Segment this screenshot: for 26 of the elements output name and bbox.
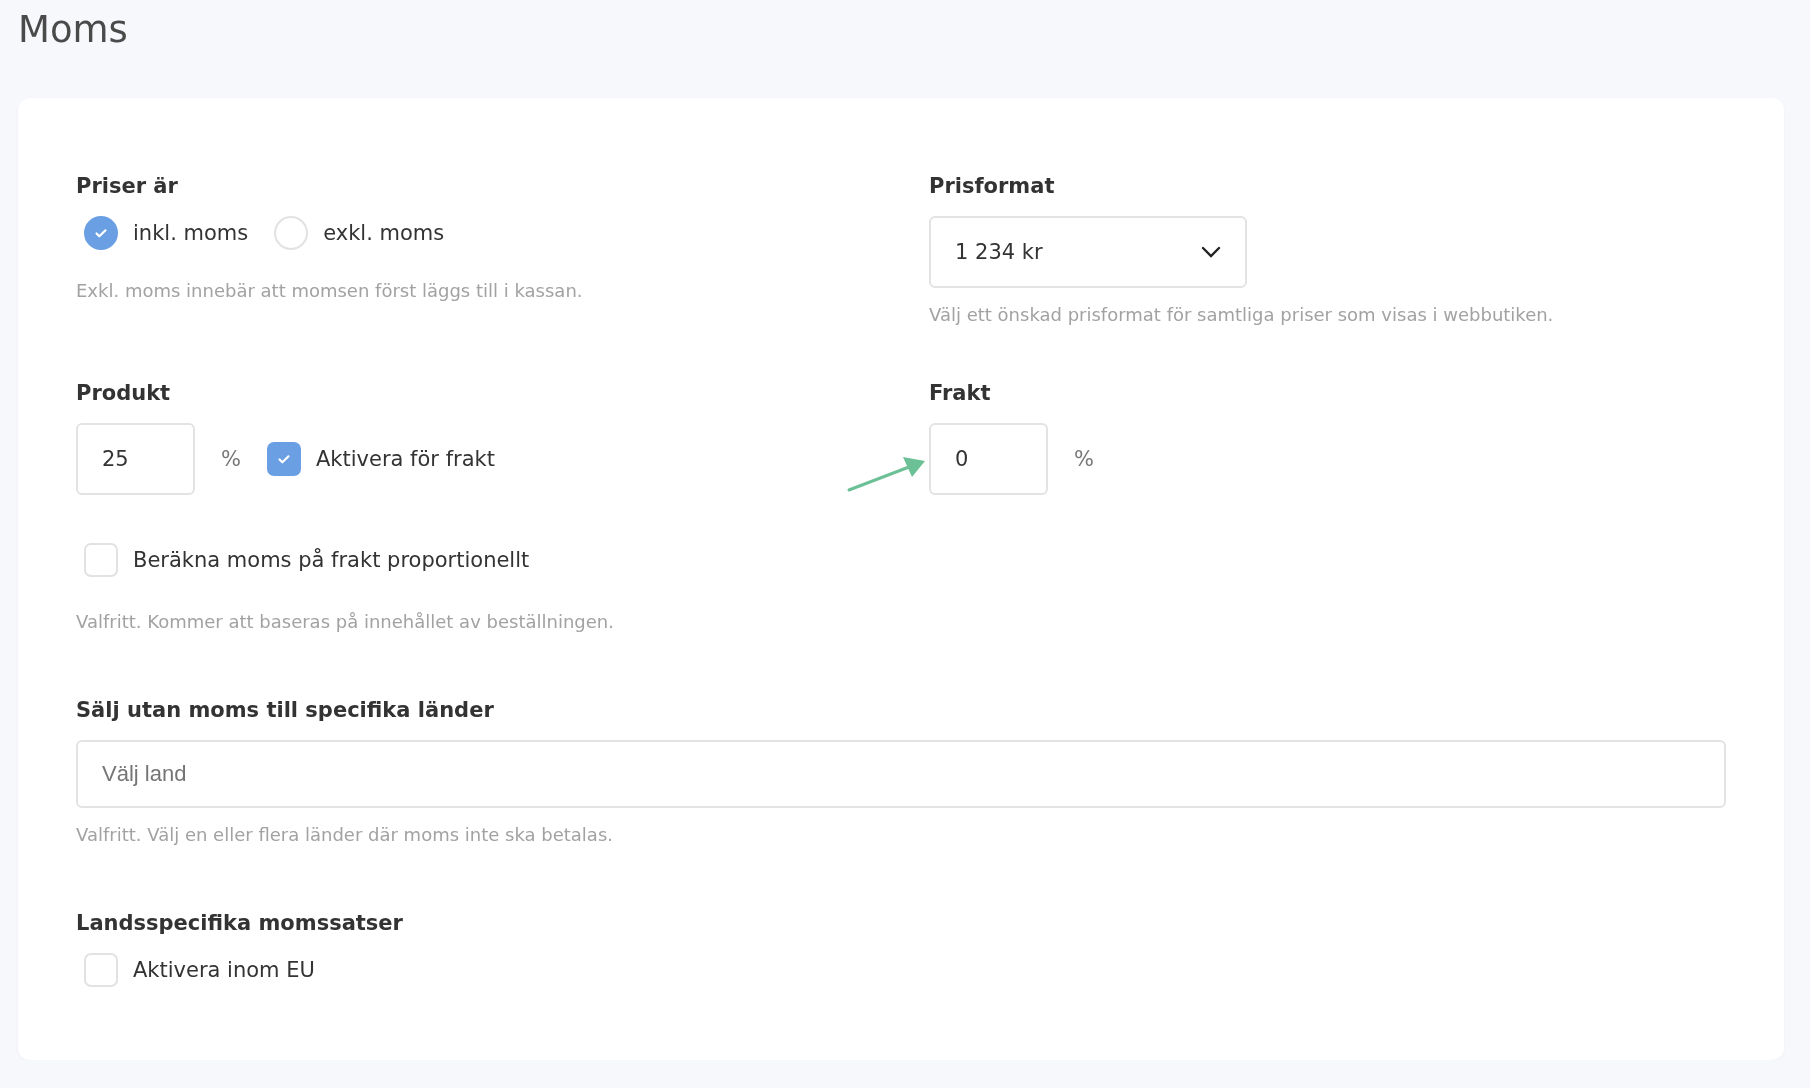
country-select-field[interactable]: Välj land xyxy=(76,740,1726,808)
checkbox-label: Aktivera för frakt xyxy=(315,447,495,471)
field-label: Priser är xyxy=(76,174,179,198)
radio-label: exkl. moms xyxy=(323,221,445,245)
dropdown-value: 1 234 kr xyxy=(955,240,1043,264)
help-text: Välj ett önskad prisformat för samtliga priser som visas i webbutiken. xyxy=(929,304,1555,325)
checkbox-label: Beräkna moms på frakt proportionellt xyxy=(133,548,530,572)
vat-rate-input[interactable]: 25 xyxy=(76,423,195,495)
chevron-down-icon xyxy=(1201,246,1221,258)
unit-label: % xyxy=(221,447,241,471)
checkbox-label: Aktivera inom EU xyxy=(133,958,315,982)
checkbox[interactable] xyxy=(266,442,301,476)
help-text: Valfritt. Kommer att baseras på innehållet av beställningen. xyxy=(76,611,615,632)
vat-rate-input[interactable]: 0 xyxy=(929,423,1048,495)
help-text: Exkl. moms innebär att momsen först läggs till i kassan. xyxy=(76,280,584,301)
field-label: Prisformat xyxy=(929,174,1056,198)
field-label: Sälj utan moms till specifika länder xyxy=(76,698,495,722)
field-label: Frakt xyxy=(929,381,992,405)
field-label: Landsspecifika momssatser xyxy=(76,911,404,935)
price-format-dropdown[interactable]: 1 234 kr xyxy=(929,216,1247,288)
page-title: Moms xyxy=(18,7,129,53)
field-label: Produkt xyxy=(76,381,172,405)
radio-label: inkl. moms xyxy=(133,221,249,245)
radio-button[interactable] xyxy=(84,216,118,250)
help-text: Valfritt. Välj en eller flera länder där moms inte ska betalas. xyxy=(76,824,614,845)
unit-label: % xyxy=(1074,447,1094,471)
